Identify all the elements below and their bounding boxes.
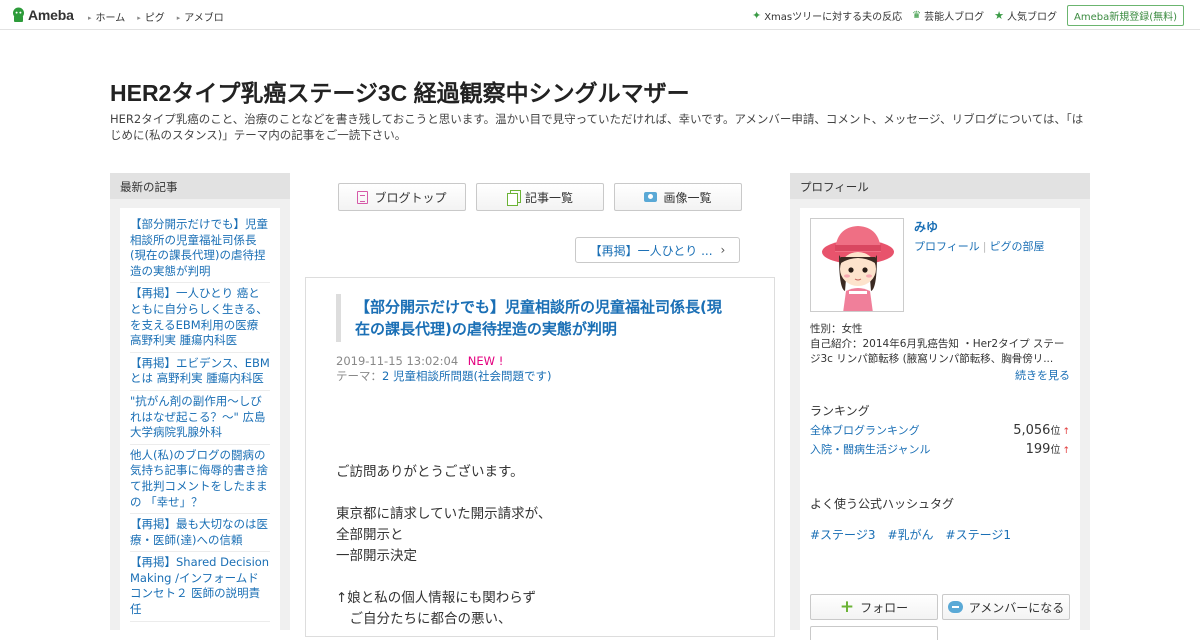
chevron-right-icon: › — [720, 243, 726, 257]
ranking-heading: ランキング — [810, 404, 870, 418]
arrow-up-icon: ↑ — [1062, 446, 1070, 456]
body-line — [336, 483, 774, 504]
article-body: ご訪問ありがとうございます。 東京都に請求していた開示請求が、 全部開示と 一部… — [336, 462, 774, 630]
blog-top-icon — [357, 190, 369, 204]
body-line: 一部開示決定 — [336, 548, 417, 564]
avatar-image — [822, 226, 894, 311]
recent-article-link[interactable]: 【再掲】一人ひとり 癌とともに自分らしく生きる、を支えるEBM利用の医療 高野利… — [130, 283, 270, 353]
ranking-row: 入院・闘病生活ジャンル 199位 ↑ — [810, 441, 1070, 457]
recent-articles-list: 【部分開示だけでも】児童相談所の児童福祉司係長(現在の課長代理)の虐待捏造の実態… — [120, 208, 280, 630]
article: 【部分開示だけでも】児童相談所の児童福祉司係長(現在の課長代理)の虐待捏造の実態… — [305, 277, 775, 637]
profile-links: プロフィール | ピグの部屋 — [914, 238, 1045, 254]
popular-blog-link[interactable]: ★ 人気ブログ — [994, 8, 1057, 23]
profile-link[interactable]: プロフィール — [914, 240, 980, 253]
blog-description: HER2タイプ乳癌のこと、治療のことなどを書き残しておこうと思います。温かい目で… — [110, 112, 1084, 142]
recent-articles-panel: 最新の記事 【部分開示だけでも】児童相談所の児童福祉司係長(現在の課長代理)の虐… — [110, 173, 290, 630]
xmas-link[interactable]: ✦ Xmasツリーに対する夫の反応 — [752, 8, 902, 23]
profile-gender: 性別：女性 — [810, 323, 863, 335]
profile-heading: プロフィール — [790, 173, 1090, 199]
body-line — [336, 567, 774, 588]
recent-article-link[interactable]: 【部分開示だけでも】児童相談所の児童福祉司係長(現在の課長代理)の虐待捏造の実態… — [130, 214, 270, 284]
theme-link[interactable]: 2 児童相談所問題(社会問題です) — [382, 369, 551, 383]
ameba-logo-icon — [13, 7, 24, 22]
body-line: 東京都に請求していた開示請求が、 — [336, 506, 552, 522]
top-bar: Ameba ホーム ピグ アメブロ ✦ Xmasツリーに対する夫の反応 ♛ 芸能… — [0, 0, 1200, 30]
read-more-link[interactable]: 続きを見る — [1015, 367, 1070, 383]
ranking-value: 5,056 — [1013, 423, 1051, 438]
recent-article-link[interactable]: 他人(私)のブログの闘病の気持ち記事に侮辱的書き捨て批判コメントをしたままの 「… — [130, 445, 270, 515]
article-list-icon — [506, 190, 521, 206]
body-line: ↑娘と私の個人情報にも関わらず — [336, 590, 537, 606]
amember-button[interactable]: アメンバーになる — [942, 594, 1070, 620]
chat-bubble-icon — [947, 601, 963, 613]
article-title[interactable]: 【部分開示だけでも】児童相談所の児童福祉司係長(現在の課長代理)の虐待捏造の実態… — [336, 294, 736, 342]
hashtag-heading: よく使う公式ハッシュタグ — [810, 497, 955, 511]
pigg-room-link[interactable]: ピグの部屋 — [990, 240, 1045, 253]
theme-label: テーマ： — [336, 369, 382, 383]
camera-icon — [644, 192, 658, 202]
plus-icon: + — [839, 596, 855, 617]
hashtag-list: #ステージ3 #乳がん #ステージ1 — [810, 526, 1011, 543]
hashtag-link[interactable]: #ステージ1 — [946, 526, 1011, 543]
ranking-label[interactable]: 入院・闘病生活ジャンル — [810, 441, 930, 457]
recent-article-link[interactable]: 【再掲】Shared Decision Making /インフォームドコンセト２… — [130, 552, 270, 622]
follow-button[interactable]: + フォロー — [810, 594, 938, 620]
article-list-button[interactable]: 記事一覧 — [476, 183, 604, 211]
blog-title[interactable]: HER2タイプ乳癌ステージ3C 経過観察中シングルマザー — [110, 74, 690, 108]
partial-button[interactable] — [810, 626, 938, 640]
star-icon: ★ — [994, 9, 1004, 22]
popular-blog-label: 人気ブログ — [1006, 12, 1057, 23]
avatar[interactable] — [810, 218, 904, 312]
nav-pigg[interactable]: ピグ — [137, 9, 165, 24]
xmas-link-label: Xmasツリーに対する夫の反応 — [764, 12, 903, 23]
article-date: 2019-11-15 13:02:04 — [336, 354, 459, 368]
profile-name[interactable]: みゆ — [914, 218, 938, 235]
crown-icon: ♛ — [912, 10, 922, 21]
blog-top-button[interactable]: ブログトップ — [338, 183, 466, 211]
nav-home[interactable]: ホーム — [88, 9, 126, 24]
ranking-label[interactable]: 全体ブログランキング — [810, 422, 920, 438]
body-line: ご訪問ありがとうございます。 — [336, 464, 524, 480]
body-line: 全部開示と — [336, 527, 404, 543]
blog-top-label: ブログトップ — [374, 190, 447, 205]
ranking-unit: 位 — [1050, 445, 1061, 456]
image-list-label: 画像一覧 — [663, 190, 712, 205]
profile-body: みゆ プロフィール | ピグの部屋 性別：女性 自己紹介：2014年6月乳癌告知 ・… — [790, 199, 1090, 640]
follow-label: フォロー — [860, 600, 909, 615]
body-line: ご自分たちに都合の悪い、 — [336, 611, 512, 627]
celebrity-blog-link[interactable]: ♛ 芸能人ブログ — [912, 8, 984, 23]
star-icon: ✦ — [751, 9, 762, 22]
article-meta: 2019-11-15 13:02:04 NEW ! テーマ：2 児童相談所問題(… — [336, 354, 774, 384]
profile-info: 性別：女性 自己紹介：2014年6月乳癌告知 ・Her2タイプ ステージ3c リ… — [810, 322, 1074, 367]
link-separator: | — [982, 240, 987, 253]
top-right-links: ✦ Xmasツリーに対する夫の反応 ♛ 芸能人ブログ ★ 人気ブログ Ameba… — [752, 5, 1184, 26]
profile-panel: プロフィール みゆ プロフィール | ピグの部屋 性別：女性 自己紹介：2014… — [790, 173, 1090, 640]
hashtag-link[interactable]: #ステージ3 — [810, 526, 875, 543]
ranking-row: 全体ブログランキング 5,056位 ↑ — [810, 422, 1070, 438]
image-list-button[interactable]: 画像一覧 — [614, 183, 742, 211]
recent-article-link[interactable]: 【再掲】最も大切なのは医療・医師(達)への信頼 — [130, 514, 270, 553]
article-list-label: 記事一覧 — [524, 190, 573, 205]
top-nav: ホーム ピグ アメブロ — [88, 9, 224, 24]
profile-card: みゆ プロフィール | ピグの部屋 性別：女性 自己紹介：2014年6月乳癌告知 ・… — [800, 208, 1080, 640]
recent-articles-body: 【部分開示だけでも】児童相談所の児童福祉司係長(現在の課長代理)の虐待捏造の実態… — [110, 199, 290, 630]
profile-intro: 自己紹介：2014年6月乳癌告知 ・Her2タイプ ステージ3c リンパ節転移 … — [810, 338, 1065, 365]
ranking-value: 199 — [1025, 442, 1051, 457]
recent-article-link[interactable]: "抗がん剤の副作用～しびれはなぜ起こる？～" 広島大学病院乳腺外科 — [130, 391, 270, 445]
ameba-logo[interactable]: Ameba — [12, 6, 74, 24]
hashtag-link[interactable]: #乳がん — [887, 526, 933, 543]
new-badge: NEW ! — [467, 354, 504, 368]
arrow-up-icon: ↑ — [1062, 427, 1070, 437]
ranking-unit: 位 — [1050, 426, 1061, 437]
celebrity-blog-label: 芸能人ブログ — [924, 12, 985, 23]
nav-ameblo[interactable]: アメブロ — [177, 9, 224, 24]
prev-article-button[interactable]: 【再掲】一人ひとり ... › — [575, 237, 740, 263]
logo-text: Ameba — [28, 7, 74, 23]
recent-article-link[interactable]: 【再掲】エビデンス、EBMとは 高野利実 腫瘍内科医 — [130, 353, 270, 391]
register-button[interactable]: Ameba新規登録(無料) — [1066, 5, 1184, 26]
recent-articles-heading: 最新の記事 — [110, 173, 290, 199]
prev-article-label: 【再掲】一人ひとり ... — [589, 243, 713, 258]
blog-nav-buttons: ブログトップ 記事一覧 画像一覧 — [338, 183, 742, 211]
amember-label: アメンバーになる — [968, 600, 1065, 615]
